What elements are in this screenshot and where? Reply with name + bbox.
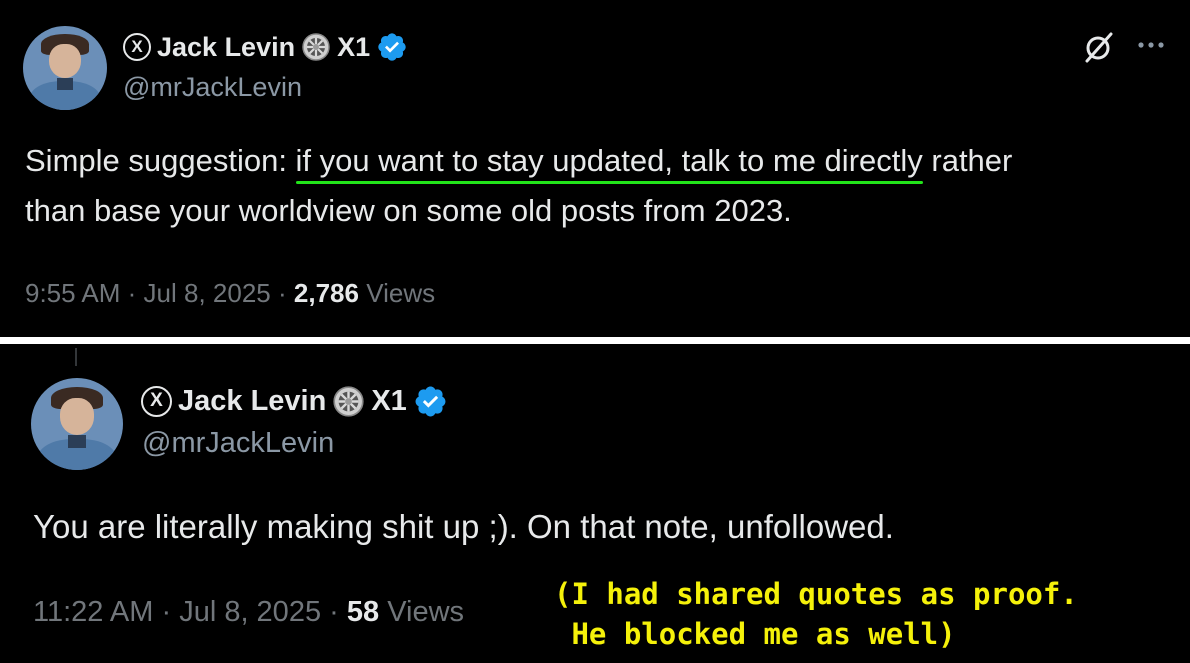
author-row: X Jack Levin X1 — [141, 383, 448, 419]
author-name[interactable]: Jack Levin — [157, 32, 295, 63]
author-handle[interactable]: @mrJackLevin — [142, 427, 334, 460]
post-date[interactable]: Jul 8, 2025 — [179, 596, 321, 628]
tweet-text-line-1: Simple suggestion: if you want to stay u… — [25, 142, 1013, 184]
x-logo-icon: X — [123, 33, 151, 61]
post-time[interactable]: 9:55 AM — [25, 278, 120, 308]
author-handle[interactable]: @mrJackLevin — [123, 72, 302, 103]
views-label: Views — [366, 278, 436, 308]
affiliate-badge-icon[interactable] — [332, 385, 365, 418]
views-count[interactable]: 58 — [347, 596, 379, 628]
tweet-text-suffix: rather — [922, 143, 1013, 178]
author-name[interactable]: Jack Levin — [178, 385, 326, 418]
tweet-meta: 11:22 AM · Jul 8, 2025 · 58 Views — [33, 596, 465, 628]
post-date[interactable]: Jul 8, 2025 — [144, 278, 271, 308]
tweet-top: X Jack Levin X1 @mrJackLevin Simple sugg… — [0, 0, 1190, 338]
avatar[interactable] — [31, 378, 123, 470]
tweet-text-line-2: than base your worldview on some old pos… — [25, 193, 792, 228]
verified-badge-icon[interactable] — [376, 31, 408, 63]
more-dots-icon[interactable] — [1136, 38, 1166, 52]
avatar[interactable] — [23, 26, 107, 110]
annotation-line-1: (I had shared quotes as proof. — [554, 577, 1078, 611]
tweet-text: You are literally making shit up ;). On … — [33, 508, 894, 545]
verified-badge-icon[interactable] — [413, 384, 448, 419]
views-label: Views — [387, 596, 465, 628]
x-logo-icon: X — [141, 385, 172, 417]
author-row: X Jack Levin X1 — [123, 30, 408, 64]
annotation-line-2: He blocked me as well) — [554, 617, 956, 651]
affiliate-label[interactable]: X1 — [371, 385, 406, 418]
tweet-text-prefix: Simple suggestion: — [25, 143, 296, 178]
post-time[interactable]: 11:22 AM — [33, 596, 153, 628]
yellow-annotation: (I had shared quotes as proof. He blocke… — [554, 574, 1078, 654]
thread-connector-line — [75, 348, 77, 366]
tweet-meta: 9:55 AM · Jul 8, 2025 · 2,786 Views — [25, 278, 436, 308]
affiliate-label[interactable]: X1 — [337, 32, 370, 63]
affiliate-badge-icon[interactable] — [301, 32, 331, 62]
grok-slash-icon[interactable] — [1082, 30, 1116, 64]
screenshot-divider — [0, 337, 1190, 344]
highlighted-phrase: if you want to stay updated, talk to me … — [295, 142, 923, 184]
views-count[interactable]: 2,786 — [294, 278, 359, 308]
green-underline-mark — [295, 181, 923, 184]
